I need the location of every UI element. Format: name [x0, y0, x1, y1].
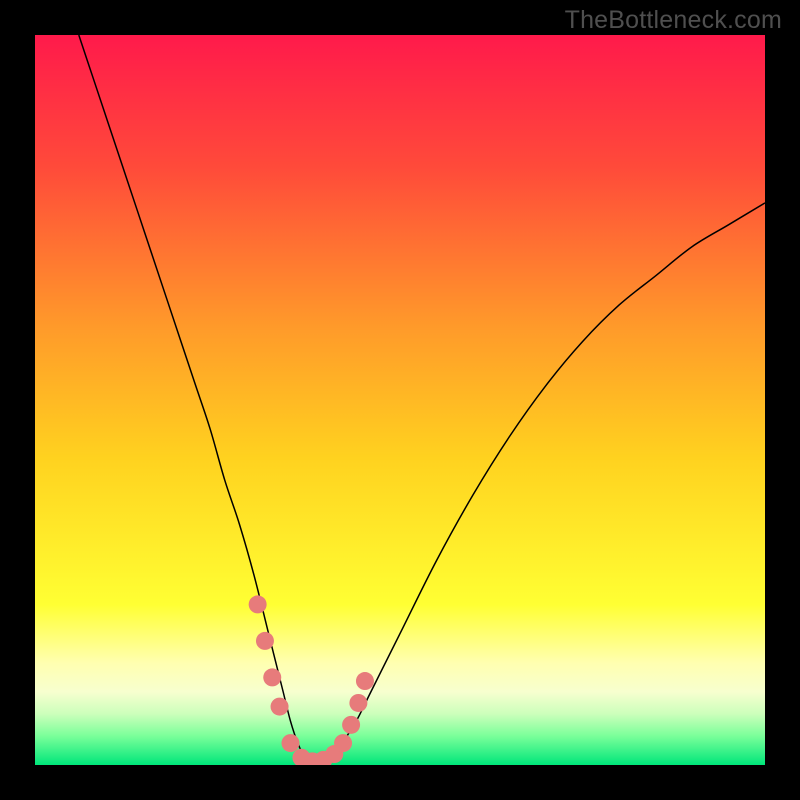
- highlight-point: [349, 694, 367, 712]
- plot-area: [35, 35, 765, 765]
- highlight-point: [342, 716, 360, 734]
- highlight-point: [271, 698, 289, 716]
- highlight-point: [249, 595, 267, 613]
- highlight-point: [263, 668, 281, 686]
- highlight-point: [334, 734, 352, 752]
- highlight-point: [256, 632, 274, 650]
- chart-frame: TheBottleneck.com: [0, 0, 800, 800]
- highlight-point: [282, 734, 300, 752]
- watermark-text: TheBottleneck.com: [565, 6, 782, 35]
- gradient-background: [35, 35, 765, 765]
- highlight-point: [356, 672, 374, 690]
